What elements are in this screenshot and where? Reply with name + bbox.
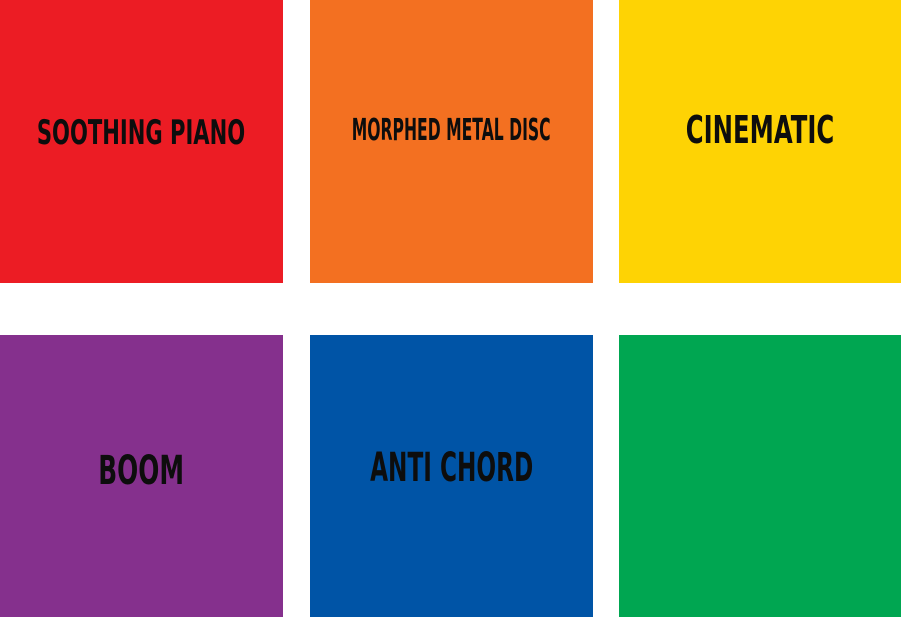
tile-cinematic[interactable]: CINEMATIC [619,0,901,283]
tile-anti-chord[interactable]: ANTI CHORD [310,335,593,617]
tile-morphed-metal-disc[interactable]: MORPHED METAL DISC [310,0,593,283]
tile-boom[interactable]: BOOM [0,335,283,617]
tile-label: BOOM [98,448,185,494]
tile-soothing-piano[interactable]: SOOTHING PIANO [0,0,283,283]
tile-label: SOOTHING PIANO [37,112,246,153]
tile-label: MORPHED METAL DISC [352,112,551,148]
tile-label: ANTI CHORD [369,445,534,491]
tile-label: CINEMATIC [685,107,835,152]
tile-empty-green[interactable] [619,335,901,617]
